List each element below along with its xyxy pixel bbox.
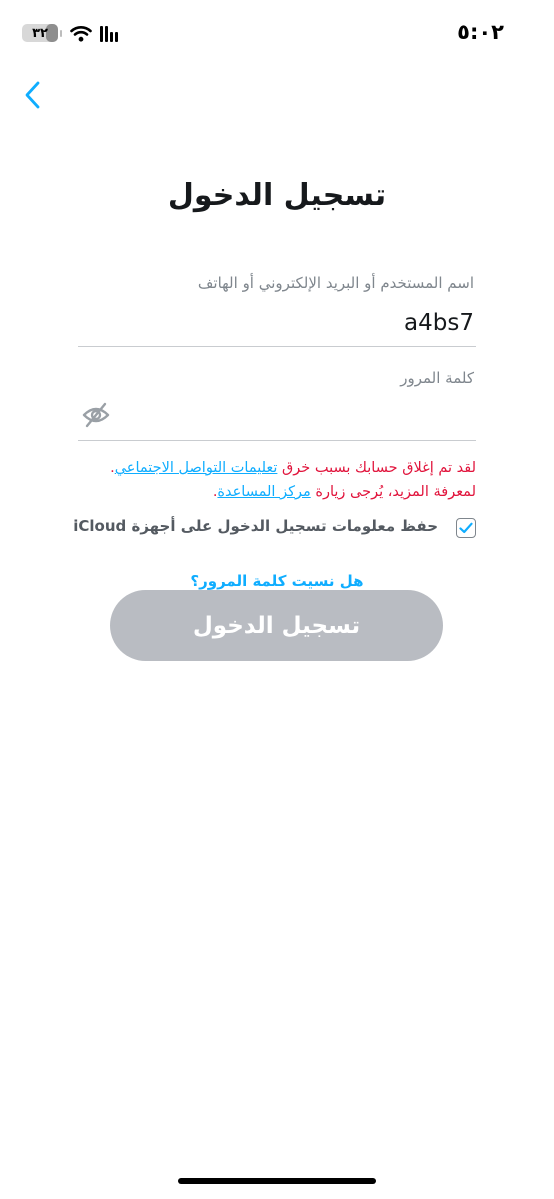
check-icon [459, 522, 473, 534]
forgot-password-link[interactable]: هل نسيت كلمة المرور؟ [0, 572, 554, 590]
battery-percent: ٣٢ [32, 25, 48, 41]
username-underline [78, 346, 476, 347]
username-input[interactable] [78, 303, 476, 343]
save-login-label: حفظ معلومات تسجيل الدخول على أجهزة iClou… [73, 517, 438, 535]
chevron-left-icon [25, 81, 40, 109]
password-visibility-toggle[interactable] [82, 402, 110, 428]
login-button[interactable]: تسجيل الدخول [110, 590, 443, 661]
status-icons: ٣٢ [22, 22, 118, 44]
password-underline [78, 440, 476, 441]
help-center-link[interactable]: مركز المساعدة [217, 484, 310, 500]
battery-fill [46, 24, 58, 42]
battery-icon: ٣٢ [22, 24, 58, 42]
battery-tip [60, 29, 62, 37]
back-button[interactable] [18, 78, 52, 112]
signal-icon [100, 24, 118, 42]
password-label: كلمة المرور [400, 369, 474, 387]
home-indicator [178, 1178, 376, 1184]
password-input[interactable] [78, 396, 476, 436]
error-message: لقد تم إغلاق حسابك بسبب خرق تعليمات التو… [78, 456, 476, 504]
wifi-icon [70, 25, 92, 42]
community-guidelines-link[interactable]: تعليمات التواصل الاجتماعي [115, 460, 278, 476]
eye-slash-icon [82, 402, 110, 428]
status-time: ٥:٠٢ [457, 20, 504, 44]
page-title: تسجيل الدخول [167, 178, 387, 213]
save-login-checkbox[interactable] [456, 518, 476, 538]
username-label: اسم المستخدم أو البريد الإلكتروني أو اله… [197, 274, 474, 292]
error-text-1: لقد تم إغلاق حسابك بسبب خرق [277, 460, 476, 476]
